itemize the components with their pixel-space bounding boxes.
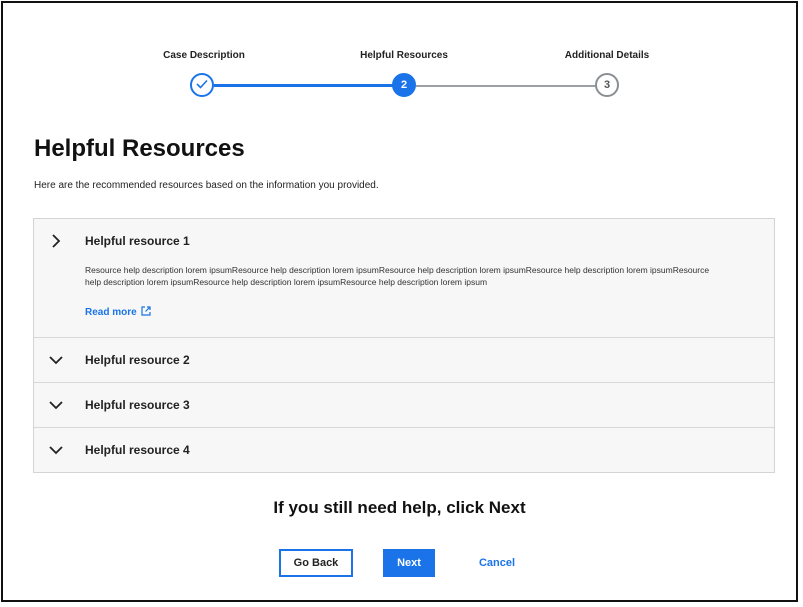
step-label-helpful-resources: Helpful Resources [360,50,448,61]
accordion-header-resource-3[interactable]: Helpful resource 3 [34,383,774,427]
check-icon [196,79,208,92]
progress-stepper: Case Description Helpful Resources Addit… [3,3,796,113]
chevron-down-icon [48,397,64,413]
resource-description: Resource help description lorem ipsumRes… [85,265,710,287]
resources-accordion: Helpful resource 1 Resource help descrip… [33,218,775,473]
accordion-title: Helpful resource 1 [85,234,190,248]
accordion-header-resource-2[interactable]: Helpful resource 2 [34,338,774,382]
page-frame: Case Description Helpful Resources Addit… [1,1,798,602]
step-number: 2 [400,79,408,91]
chevron-right-icon [48,233,64,249]
help-cta-text: If you still need help, click Next [273,498,526,517]
next-button[interactable]: Next [383,549,435,577]
chevron-down-icon [48,352,64,368]
step-2-active: 2 [392,73,416,97]
step-1-complete [190,73,214,97]
accordion-title: Helpful resource 4 [85,443,190,457]
step-label-additional-details: Additional Details [564,50,650,61]
accordion-header-resource-1[interactable]: Helpful resource 1 [34,219,774,263]
step-connector-upcoming [416,85,596,87]
read-more-label: Read more [85,307,137,318]
go-back-button[interactable]: Go Back [279,549,353,577]
step-connector-complete [214,84,394,87]
accordion-item: Helpful resource 3 [34,382,774,427]
step-label-case-description: Case Description [163,50,245,61]
external-link-icon [141,306,151,319]
step-number: 3 [603,79,611,91]
page-intro: Here are the recommended resources based… [34,180,379,191]
accordion-item: Helpful resource 2 [34,337,774,382]
accordion-title: Helpful resource 2 [85,353,190,367]
step-3-upcoming: 3 [595,73,619,97]
accordion-title: Helpful resource 3 [85,398,190,412]
accordion-header-resource-4[interactable]: Helpful resource 4 [34,428,774,472]
read-more-link[interactable]: Read more [85,306,151,319]
accordion-item: Helpful resource 4 [34,427,774,472]
chevron-down-icon [48,442,64,458]
page-title: Helpful Resources [34,135,245,162]
cancel-button[interactable]: Cancel [471,549,523,577]
accordion-item: Helpful resource 1 Resource help descrip… [34,219,774,337]
